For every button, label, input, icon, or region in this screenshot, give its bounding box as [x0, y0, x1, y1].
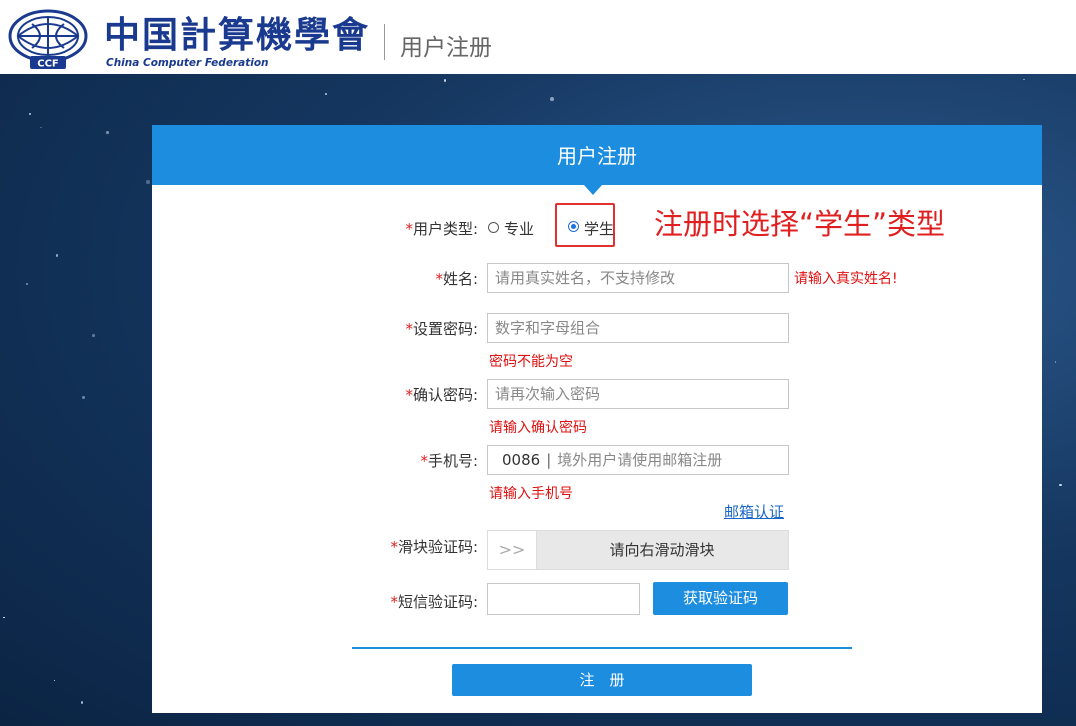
name-label: *姓名: [435, 270, 478, 288]
sms-code-input[interactable] [487, 583, 640, 615]
phone-prefix-separator: | [546, 451, 552, 469]
confirm-password-label: *确认密码: [405, 386, 478, 404]
star-dot [1059, 483, 1062, 487]
star-dot [1054, 361, 1057, 363]
name-error: 请输入真实姓名! [794, 271, 898, 287]
emblem-text: CCF [37, 59, 59, 70]
star-dot [1023, 78, 1026, 81]
annotation-text: 注册时选择“学生”类型 [654, 207, 946, 241]
page-title: 用户注册 [400, 35, 492, 61]
radio-student[interactable] [568, 221, 579, 232]
get-sms-code-button[interactable]: 获取验证码 [653, 582, 788, 615]
star-dot [550, 96, 555, 101]
registration-card: 用户注册 *用户类型: 专业 学生 注册时选择“学生”类型 *姓名: 请用真实姓… [152, 125, 1042, 713]
email-verify-link[interactable]: 邮箱认证 [724, 501, 784, 522]
star-dot [80, 701, 84, 704]
name-input[interactable]: 请用真实姓名，不支持修改 [487, 263, 789, 293]
logo-text-cn: 中国計算機學會 [104, 14, 371, 56]
password-label: *设置密码: [405, 320, 478, 338]
star-dot [443, 79, 447, 82]
password-error: 密码不能为空 [489, 354, 573, 370]
star-dot [25, 282, 29, 286]
radio-professional[interactable] [488, 222, 499, 233]
star-dot [325, 93, 327, 95]
star-dot [3, 616, 5, 619]
radio-professional-label: 专业 [504, 220, 535, 238]
ccf-emblem-icon: CCF [8, 9, 88, 70]
star-dot [55, 254, 59, 257]
register-submit-button[interactable]: 注 册 [452, 664, 752, 696]
user-type-label: *用户类型: [405, 220, 478, 238]
slider-captcha-label: *滑块验证码: [390, 538, 478, 556]
star-dot [106, 130, 110, 134]
slider-handle[interactable]: >> [488, 531, 537, 569]
password-input[interactable]: 数字和字母组合 [487, 313, 789, 343]
phone-country-code: 0086 [502, 451, 541, 469]
star-dot [53, 679, 56, 682]
header-divider [384, 24, 385, 60]
card-pointer-arrow [584, 185, 602, 195]
phone-input[interactable]: 0086 | 境外用户请使用邮箱注册 [487, 445, 789, 475]
phone-placeholder: 境外用户请使用邮箱注册 [557, 451, 723, 469]
site-header: CCF 中国計算機學會 China Computer Federation 用户… [0, 0, 1076, 74]
star-dot [40, 126, 42, 129]
star-dot [81, 395, 85, 399]
confirm-password-error: 请输入确认密码 [489, 420, 587, 436]
slider-hint-text: 请向右滑动滑块 [609, 541, 715, 559]
phone-error: 请输入手机号 [489, 486, 573, 502]
radio-student-label: 学生 [584, 220, 615, 238]
form-divider [352, 647, 852, 649]
star-dot [146, 180, 150, 184]
confirm-password-input[interactable]: 请再次输入密码 [487, 379, 789, 409]
slider-captcha[interactable]: >> 请向右滑动滑块 [487, 530, 789, 570]
logo-text-en: China Computer Federation [106, 57, 269, 69]
star-dot [29, 113, 32, 116]
sms-code-label: *短信验证码: [390, 593, 478, 611]
star-dot [92, 334, 96, 338]
card-title: 用户注册 [152, 125, 1042, 185]
phone-label: *手机号: [420, 452, 478, 470]
